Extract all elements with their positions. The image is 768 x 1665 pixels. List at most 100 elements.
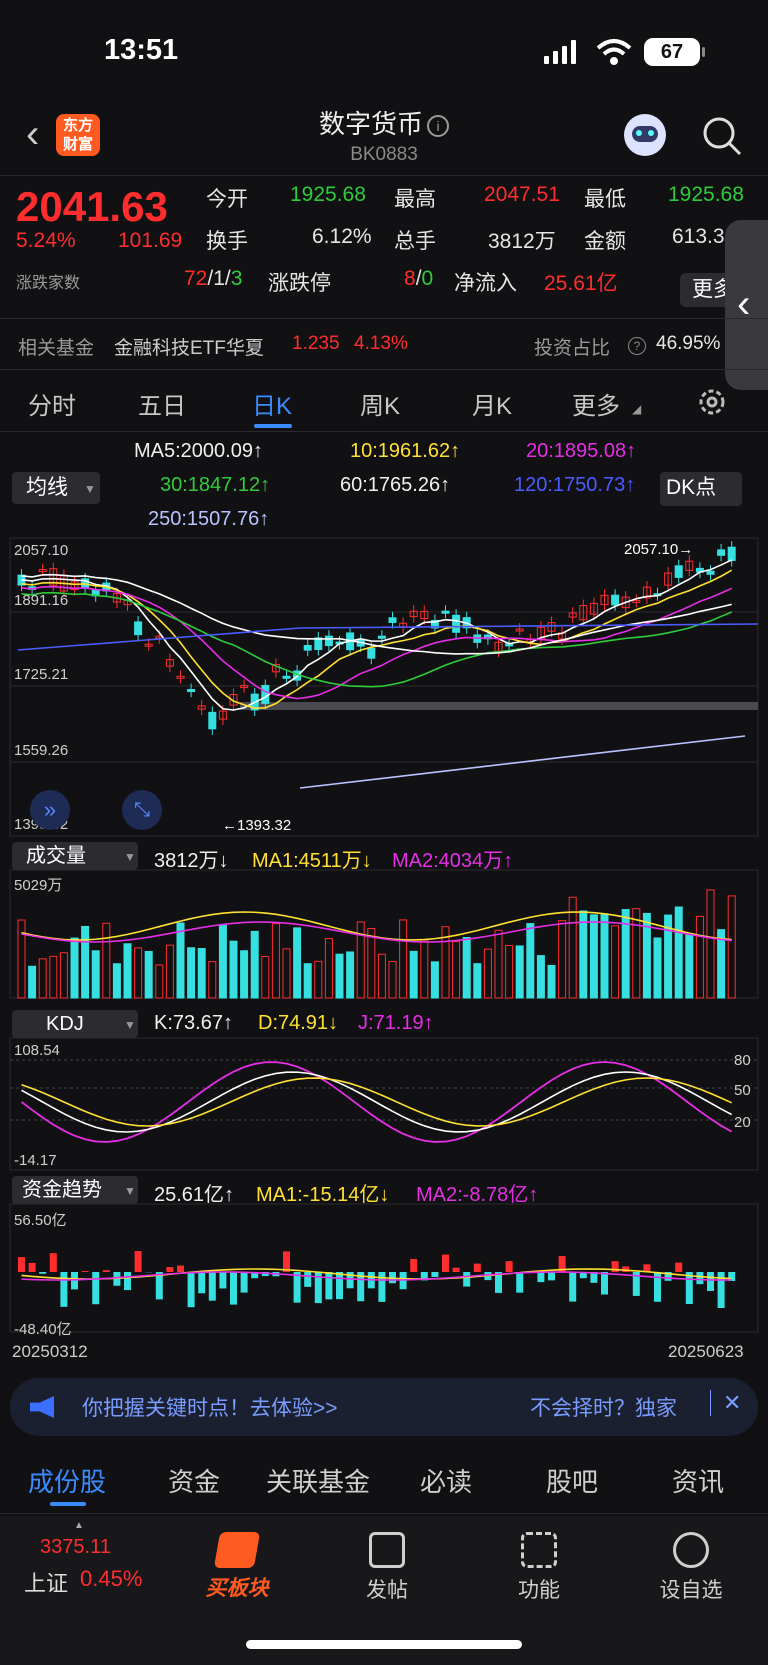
fund-bar xyxy=(293,1272,301,1303)
volume-selector[interactable]: 成交量 xyxy=(12,842,138,870)
candle xyxy=(187,689,196,693)
kdj-level-50: 50 xyxy=(734,1082,751,1099)
dropdown-icon: ▼ xyxy=(124,850,136,864)
index-name[interactable]: 上证 xyxy=(24,1566,68,1598)
last-price: 2041.63 xyxy=(16,183,168,230)
quote-panel: 2041.63 5.24% 101.69 涨跌家数 今开 1925.68 最高 … xyxy=(0,177,768,307)
ma250-value: 250:1507.76↑ xyxy=(148,508,270,530)
fund-bar xyxy=(707,1272,714,1291)
volume-bar xyxy=(17,919,26,999)
volume-bar xyxy=(176,922,185,999)
fund-bar xyxy=(537,1272,545,1283)
candle xyxy=(441,610,450,614)
fund-trend-selector[interactable]: 资金趋势 xyxy=(12,1176,138,1204)
fund-trend-ma2: MA2:-8.78亿↑ xyxy=(416,1184,539,1206)
fund-bar xyxy=(569,1272,577,1302)
volume-bar xyxy=(600,913,609,999)
tab-more[interactable]: 更多 xyxy=(572,386,620,421)
tab-constituents[interactable]: 成份股 xyxy=(28,1462,106,1499)
ma10-value: 10:1961.62↑ xyxy=(350,440,461,462)
limit-values: 8/0 xyxy=(404,267,434,290)
function-button[interactable]: 功能 xyxy=(484,1532,594,1604)
open-label: 今开 xyxy=(206,188,248,211)
volume-bar xyxy=(515,945,524,999)
kdj-k: K:73.67↑ xyxy=(154,1012,233,1034)
status-bar: 13:51 67 xyxy=(0,0,768,100)
netflow-value: 25.61亿 xyxy=(544,272,618,295)
related-fund-row[interactable]: 相关基金 金融科技ETF华夏 1.235 4.13% 投资占比 ? 46.95% xyxy=(0,318,768,370)
volume-bar xyxy=(81,925,90,999)
help-icon[interactable]: ? xyxy=(628,337,646,355)
volume-bar xyxy=(536,955,545,999)
post-button[interactable]: 发帖 xyxy=(332,1532,442,1604)
fullscreen-icon[interactable]: ⤡ xyxy=(122,790,162,830)
limit-label: 涨跌停 xyxy=(268,272,331,295)
expand-icon[interactable]: » xyxy=(30,790,70,830)
fund-axis-bottom: -48.40亿 xyxy=(14,1321,72,1338)
tab-monthly-k[interactable]: 月K xyxy=(472,386,512,421)
volume-bar xyxy=(218,924,227,999)
volume-value: 3812万 xyxy=(488,230,556,253)
change-value: 101.69 xyxy=(118,229,183,252)
volume-bar xyxy=(695,915,704,999)
fund-bar xyxy=(240,1272,248,1293)
amount-label: 金额 xyxy=(584,230,626,253)
fund-bar xyxy=(601,1272,608,1295)
promo-banner[interactable]: 你把握关键时点！去体验>> 不会择时？独家 ✕ xyxy=(10,1378,758,1436)
volume-bar xyxy=(706,889,715,999)
candle xyxy=(611,594,620,606)
tab-related-funds[interactable]: 关联基金 xyxy=(266,1462,370,1499)
index-pct[interactable]: 0.45% xyxy=(80,1566,142,1592)
robot-assistant-icon[interactable] xyxy=(624,114,666,156)
fund-bar xyxy=(166,1267,174,1272)
tab-funds[interactable]: 资金 xyxy=(168,1462,220,1499)
low-label: 最低 xyxy=(584,188,626,211)
tab-must-read[interactable]: 必读 xyxy=(420,1462,472,1499)
tab-intraday[interactable]: 分时 xyxy=(28,386,76,421)
timeframe-tabs: 分时 五日 日K 周K 月K 更多 ◢ xyxy=(0,372,768,432)
add-watchlist-button[interactable]: 设自选 xyxy=(636,1532,746,1604)
tab-forum[interactable]: 股吧 xyxy=(546,1462,598,1499)
volume-bar xyxy=(685,933,694,999)
gear-icon[interactable] xyxy=(696,386,728,418)
caret-up-icon: ▲ xyxy=(74,1520,84,1531)
active-tab-indicator xyxy=(254,424,292,428)
dk-point-button[interactable]: DK点 xyxy=(660,472,742,506)
volume-label: 总手 xyxy=(394,230,436,253)
fund-bar xyxy=(219,1272,227,1289)
megaphone-icon xyxy=(30,1396,54,1418)
fund-bar xyxy=(325,1272,333,1300)
kdj-selector[interactable]: KDJ xyxy=(12,1010,138,1038)
tab-daily-k[interactable]: 日K xyxy=(252,386,292,421)
volume-bar xyxy=(420,939,429,999)
kdj-level-80: 80 xyxy=(734,1052,751,1069)
volume-bar xyxy=(165,944,174,999)
close-icon[interactable]: ✕ xyxy=(710,1390,741,1416)
price-axis-max: 2057.10 xyxy=(14,542,69,559)
tab-news[interactable]: 资讯 xyxy=(672,1462,724,1499)
volume-bar xyxy=(483,948,492,999)
volume-bar xyxy=(271,923,280,999)
fund-trend-ma1: MA1:-15.14亿↓ xyxy=(256,1184,390,1206)
buy-sector-button[interactable]: 买板块 xyxy=(182,1532,292,1602)
volume-bar xyxy=(367,927,376,999)
fund-bar xyxy=(208,1272,216,1301)
volume-value: 3812万↓ xyxy=(154,850,229,872)
home-indicator xyxy=(246,1640,522,1649)
k-line-chart[interactable] xyxy=(0,532,768,1342)
indicator-line xyxy=(21,1071,733,1133)
tab-weekly-k[interactable]: 周K xyxy=(360,386,400,421)
search-icon[interactable] xyxy=(700,114,744,158)
ratio-value: 46.95% xyxy=(656,333,721,354)
volume-bar xyxy=(293,927,302,999)
fund-bar xyxy=(102,1270,110,1272)
fund-bar xyxy=(92,1272,100,1305)
candle xyxy=(706,570,715,575)
volume-bar xyxy=(102,922,111,999)
fund-bar xyxy=(516,1272,524,1293)
volume-bar xyxy=(335,953,344,999)
tab-five-day[interactable]: 五日 xyxy=(138,386,186,421)
info-icon[interactable]: i xyxy=(427,115,449,137)
active-tab-indicator xyxy=(50,1502,86,1506)
index-value[interactable]: 3375.11 xyxy=(40,1536,111,1559)
